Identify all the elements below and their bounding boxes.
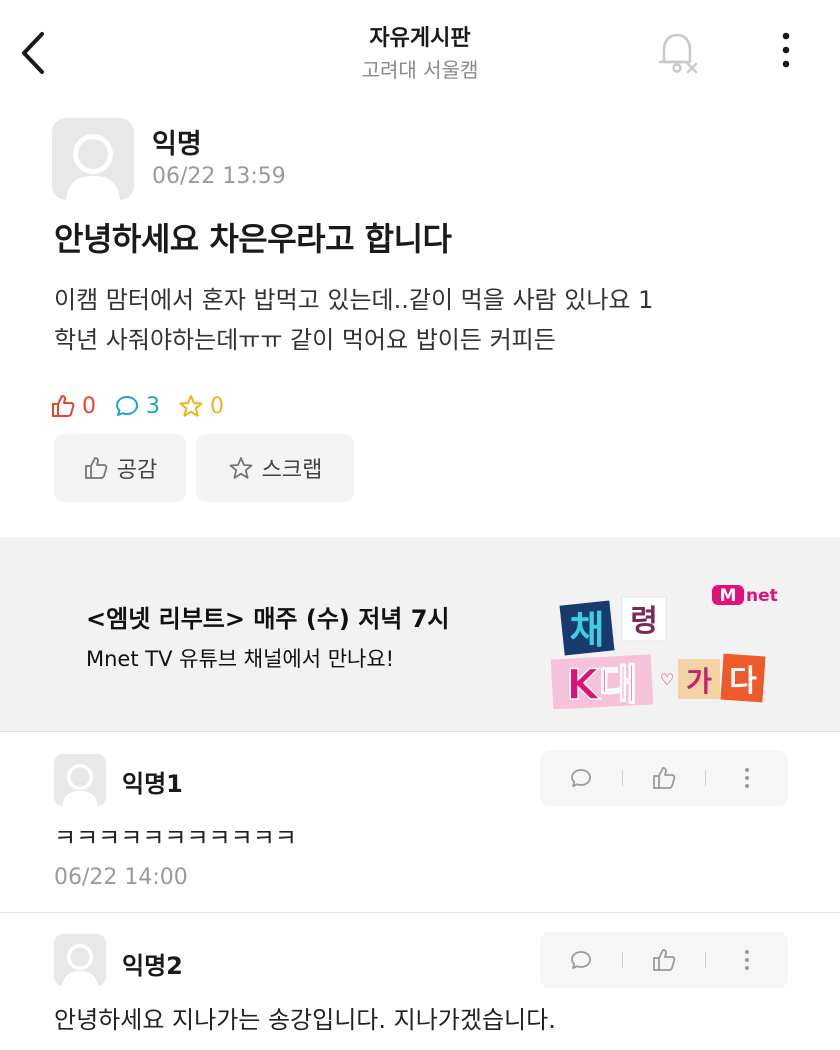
scrap-count: 0 [178,393,224,419]
ad-banner[interactable]: <엠넷 리부트> 매주 (수) 저녁 7시 Mnet TV 유튜브 채널에서 만… [0,537,840,732]
board-title: 자유게시판 [369,26,471,51]
divider [622,770,623,786]
comment-actions [540,932,788,988]
thumbs-up-icon[interactable] [651,947,677,973]
reply-icon[interactable] [568,765,594,791]
ad-char: 가 [686,665,712,698]
post-title: 안녕하세요 차은우라고 합니다 [54,220,452,258]
like-count-value: 0 [82,393,96,419]
mnet-logo-net: net [746,586,778,606]
star-icon [179,395,203,417]
ad-char: 령 [630,604,658,639]
ad-show-logo: M net 채 령 K대 ♡ 가 다 [550,585,778,709]
thumbs-up-icon[interactable] [651,765,677,791]
comment-actions [540,750,788,806]
more-options-icon[interactable] [774,30,798,70]
default-avatar-icon [62,944,98,986]
comment-author: 익명2 [122,952,183,980]
thumbs-up-icon [52,395,75,417]
comment-divider [0,912,840,913]
ad-headline: <엠넷 리부트> 매주 (수) 저녁 7시 [86,605,450,633]
default-avatar-icon [62,764,98,806]
mnet-logo-m: M [720,586,737,606]
comment-text: 안녕하세요 지나가는 송강입니다. 지나가겠습니다. [54,1006,556,1034]
like-count: 0 [50,393,96,419]
comment-date: 06/22 14:00 [54,865,188,890]
comment-author: 익명1 [122,770,183,798]
ad-subline: Mnet TV 유튜브 채널에서 만나요! [86,647,395,671]
top-bar: 자유게시판 고려대 서울캠 [0,0,840,100]
more-options-icon[interactable] [734,947,760,973]
divider [622,952,623,968]
divider [705,770,706,786]
author-avatar [52,118,134,200]
campus-name: 고려대 서울캠 [361,58,479,82]
post-date: 06/22 13:59 [152,164,286,189]
post-body-line: 이캠 맘터에서 혼자 밥먹고 있는데..같이 먹을 사람 있나요 1 [54,286,654,314]
like-button[interactable]: 공감 [54,434,186,502]
star-icon [229,457,253,479]
heart-icon: ♡ [660,670,674,689]
speech-bubble-icon [116,396,138,416]
ad-char: 다 [729,664,757,699]
comment-count-value: 3 [146,393,160,419]
comment-avatar [54,754,106,806]
scrap-count-value: 0 [210,393,224,419]
post-author: 익명 [152,129,202,160]
comment-count: 3 [114,393,160,419]
scrap-button-label: 스크랩 [261,458,323,483]
ad-char: K대 [566,660,637,709]
comment-avatar [54,934,106,986]
thumbs-up-icon [84,457,108,479]
like-button-label: 공감 [116,458,158,483]
post-body: 이캠 맘터에서 혼자 밥먹고 있는데..같이 먹을 사람 있나요 1 학년 사줘… [54,280,814,360]
more-options-icon[interactable] [734,765,760,791]
post-body-line: 학년 사줘야하는데ㅠㅠ 같이 먹어요 밥이든 커피든 [54,326,556,354]
notification-off-icon[interactable] [652,28,702,76]
reply-icon[interactable] [568,947,594,973]
ad-char: 채 [570,608,605,652]
scrap-button[interactable]: 스크랩 [196,434,354,502]
divider [705,952,706,968]
default-avatar-icon [66,134,120,200]
post-stats: 0 3 0 [50,390,236,422]
comment-text: ㅋㅋㅋㅋㅋㅋㅋㅋㅋㅋㅋ [54,824,297,852]
